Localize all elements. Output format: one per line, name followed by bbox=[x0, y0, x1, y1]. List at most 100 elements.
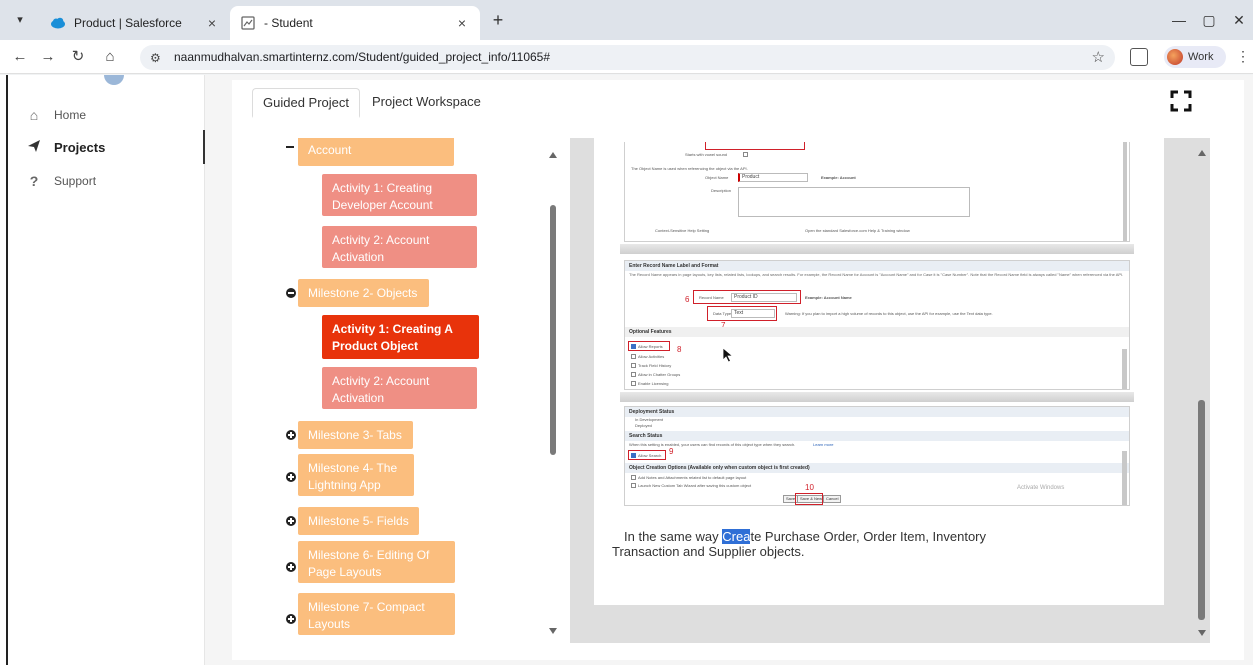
milestone-item[interactable]: Milestone 5- Fields bbox=[298, 507, 419, 535]
scrollbar bbox=[1123, 142, 1127, 241]
activity-item[interactable]: Activity 2: Account Activation bbox=[322, 367, 477, 409]
avatar bbox=[1167, 49, 1183, 65]
milestone-label: Milestone 2- Objects bbox=[308, 286, 418, 300]
activity-label: Developer Account bbox=[332, 198, 433, 212]
intro-text: The Record Name appears in page layouts,… bbox=[629, 272, 1124, 277]
collapse-toggle[interactable] bbox=[286, 146, 294, 152]
sidebar-item-projects[interactable]: Projects bbox=[8, 130, 205, 164]
checkbox bbox=[631, 483, 636, 488]
milestone-label: Account bbox=[308, 143, 352, 157]
activity-label: Activation bbox=[332, 391, 385, 405]
minimize-icon[interactable]: — bbox=[1164, 10, 1194, 30]
milestone-item[interactable]: Milestone 4- The Lightning App bbox=[298, 454, 414, 496]
document-scrollbar[interactable] bbox=[1196, 148, 1208, 638]
scroll-down-icon[interactable] bbox=[549, 628, 557, 634]
checkbox-label: Track Field History bbox=[638, 363, 672, 368]
new-tab-icon[interactable]: + bbox=[487, 10, 509, 32]
selected-text[interactable]: Crea bbox=[722, 529, 751, 544]
section-header: Object Creation Options (Available only … bbox=[625, 463, 1129, 473]
expand-toggle[interactable] bbox=[286, 472, 296, 482]
annotation-box bbox=[628, 450, 666, 460]
milestone-item[interactable]: Milestone 2- Objects bbox=[298, 279, 429, 307]
browser-tab-student[interactable]: - Student × bbox=[230, 6, 480, 40]
expand-toggle[interactable] bbox=[286, 516, 296, 526]
milestone-label: Milestone 6- Editing Of bbox=[308, 548, 430, 562]
milestone-item[interactable]: Milestone 7- Compact Layouts bbox=[298, 593, 455, 635]
milestone-label: Milestone 4- The bbox=[308, 461, 398, 475]
sidebar-item-support[interactable]: ? Support bbox=[8, 164, 205, 198]
scrollbar bbox=[1122, 349, 1127, 389]
milestone-item[interactable]: Milestone 3- Tabs bbox=[298, 421, 413, 449]
checkbox bbox=[631, 363, 636, 368]
screenshot-divider bbox=[620, 244, 1134, 254]
bookmark-star-icon[interactable]: ☆ bbox=[1092, 48, 1105, 66]
activity-label: Activity 2: Account bbox=[332, 233, 430, 247]
milestone-label: Lightning App bbox=[308, 478, 381, 492]
scroll-thumb[interactable] bbox=[1198, 400, 1205, 620]
scroll-up-icon[interactable] bbox=[549, 152, 557, 158]
forward-icon[interactable]: → bbox=[38, 47, 58, 67]
tab-guided-project[interactable]: Guided Project bbox=[252, 88, 360, 118]
milestone-item[interactable]: Milestone 6- Editing Of Page Layouts bbox=[298, 541, 455, 583]
kebab-menu-icon[interactable]: ⋮ bbox=[1236, 48, 1250, 65]
embedded-screenshot-deployment: Deployment Status In Development Deploye… bbox=[624, 406, 1130, 506]
home-icon: ⌂ bbox=[29, 107, 39, 123]
tab-list-icon[interactable]: ▾ bbox=[10, 10, 30, 30]
mouse-cursor-icon bbox=[722, 347, 734, 363]
section-header: Optional Features bbox=[625, 327, 1129, 337]
sidebar-item-label: Support bbox=[54, 174, 97, 188]
instruction-paragraph: In the same way Create Purchase Order, O… bbox=[612, 529, 1032, 559]
scroll-up-icon[interactable] bbox=[1198, 150, 1206, 156]
tab-title: - Student bbox=[264, 16, 313, 30]
home-icon[interactable]: ⌂ bbox=[100, 47, 120, 67]
profile-button[interactable]: Work bbox=[1164, 46, 1226, 68]
milestone-label: Milestone 5- Fields bbox=[308, 514, 409, 528]
collapse-toggle[interactable] bbox=[286, 288, 296, 298]
example-text: Example: Account bbox=[821, 175, 856, 180]
example-text: Example: Account Name bbox=[805, 295, 852, 300]
restore-icon[interactable]: ▢ bbox=[1194, 10, 1224, 30]
site-settings-icon[interactable]: ⚙ bbox=[150, 50, 166, 66]
close-window-icon[interactable]: ✕ bbox=[1224, 10, 1253, 30]
back-icon[interactable]: ← bbox=[10, 47, 30, 67]
field-label: Context-Sensitive Help Setting bbox=[655, 228, 710, 233]
tab-project-workspace[interactable]: Project Workspace bbox=[362, 88, 491, 118]
milestone-item[interactable]: Account bbox=[298, 138, 454, 166]
scroll-thumb[interactable] bbox=[550, 205, 556, 455]
tree-scrollbar[interactable] bbox=[548, 150, 558, 638]
radio-option: Open the standard Salesforce.com Help & … bbox=[805, 228, 910, 233]
paragraph-text: In the same way bbox=[624, 529, 723, 544]
activity-item[interactable]: Activity 2: Account Activation bbox=[322, 226, 477, 268]
annotation-number: 6 bbox=[685, 295, 690, 304]
close-icon[interactable]: × bbox=[454, 15, 470, 31]
paragraph-text: te Purchase Order, Order Item, Inventory bbox=[750, 529, 987, 544]
checkbox bbox=[631, 354, 636, 359]
annotation-number: 9 bbox=[669, 447, 674, 456]
expand-toggle[interactable] bbox=[286, 614, 296, 624]
extensions-icon[interactable] bbox=[1130, 48, 1148, 66]
scrollbar bbox=[1122, 451, 1127, 505]
field-label: Starts with vowel sound bbox=[685, 152, 728, 157]
browser-tab-salesforce[interactable]: Product | Salesforce × bbox=[40, 6, 230, 40]
reload-icon[interactable]: ↻ bbox=[68, 47, 88, 67]
activity-item-current[interactable]: Activity 1: Creating A Product Object bbox=[322, 315, 479, 359]
tab-title: Product | Salesforce bbox=[74, 16, 182, 30]
url-text[interactable]: naanmudhalvan.smartinternz.com/Student/g… bbox=[174, 50, 550, 64]
fullscreen-icon[interactable] bbox=[1170, 90, 1192, 112]
sidebar-item-home[interactable]: ⌂ Home bbox=[8, 98, 205, 132]
app-sidebar: ⌂ Home Projects ? Support bbox=[8, 75, 205, 665]
paper-plane-icon bbox=[24, 139, 44, 156]
address-bar[interactable]: ⚙ naanmudhalvan.smartinternz.com/Student… bbox=[140, 45, 1115, 70]
section-header: Search Status bbox=[625, 431, 1129, 441]
close-icon[interactable]: × bbox=[204, 15, 220, 31]
annotation-box bbox=[705, 142, 805, 150]
expand-toggle[interactable] bbox=[286, 562, 296, 572]
checkbox bbox=[631, 381, 636, 386]
warning-text: Warning: If you plan to import a high vo… bbox=[785, 311, 993, 316]
scroll-down-icon[interactable] bbox=[1198, 630, 1206, 636]
checkbox bbox=[631, 372, 636, 377]
annotation-box bbox=[795, 493, 823, 505]
expand-toggle[interactable] bbox=[286, 430, 296, 440]
activity-item[interactable]: Activity 1: Creating Developer Account bbox=[322, 174, 477, 216]
cancel-button: Cancel bbox=[823, 495, 842, 503]
